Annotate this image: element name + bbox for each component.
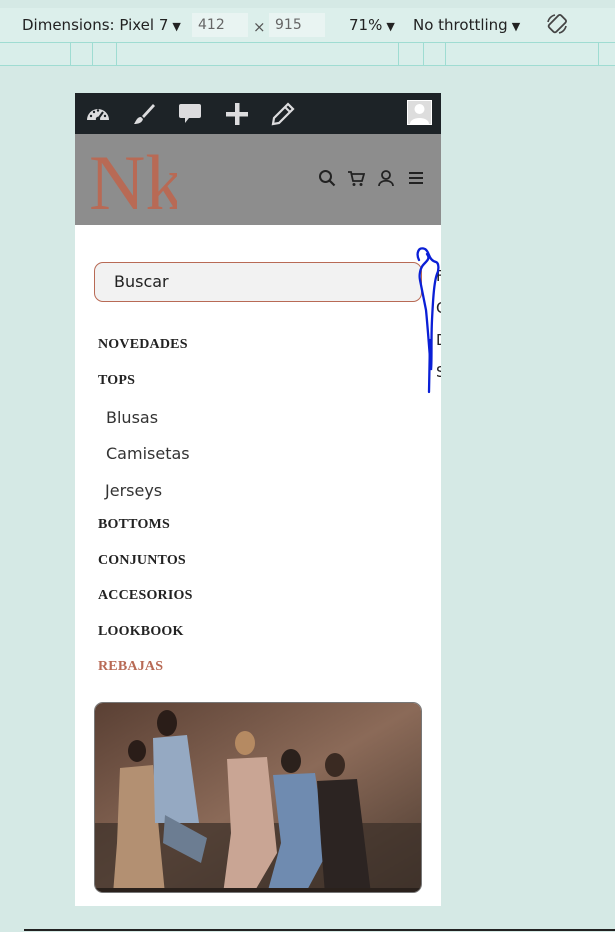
chevron-down-icon: ▼ [172,20,181,33]
comment-icon[interactable] [177,101,203,127]
menu-item-tops[interactable]: TOPS [98,373,135,389]
menu-item-rebajas[interactable]: REBAJAS [98,659,163,675]
logo-text: Nk [89,144,177,216]
chevron-down-icon: ▼ [386,20,395,33]
throttling-value: No throttling [413,16,508,34]
times-symbol: × [253,18,266,36]
menu-icon[interactable] [407,169,425,187]
menu-item-novedades[interactable]: NOVEDADES [98,337,188,353]
plus-icon[interactable] [224,101,250,127]
brush-icon[interactable] [131,101,157,127]
menu-item-bottoms[interactable]: BOTTOMS [98,517,170,533]
pencil-icon[interactable] [270,101,296,127]
search-icon[interactable] [318,169,336,187]
menu-item-accesorios[interactable]: ACCESORIOS [98,588,193,604]
wp-admin-bar [75,93,441,134]
zoom-value: 71% [349,16,383,34]
bottom-border [24,929,615,931]
chevron-down-icon: ▼ [511,20,521,33]
width-input[interactable]: 412 [192,13,248,37]
device-viewport: Nk Buscar NOVEDADES TOPS Blusas Camiseta… [75,93,441,906]
lookbook-photo[interactable] [94,702,422,893]
rotate-icon[interactable] [545,12,569,36]
zoom-select[interactable]: 71% ▼ [349,16,395,34]
devtools-device-toolbar: Dimensions: Pixel 7 ▼ 412 × 915 71% ▼ No t… [0,8,615,42]
menu-subitem-camisetas[interactable]: Camisetas [106,444,190,463]
site-logo[interactable]: Nk [89,144,177,216]
dashboard-icon[interactable] [85,101,111,127]
menu-subitem-jerseys[interactable]: Jerseys [105,481,162,500]
device-select[interactable]: Dimensions: Pixel 7 ▼ [22,16,181,34]
media-query-ruler [0,42,615,66]
menu-item-conjuntos[interactable]: CONJUNTOS [98,553,186,569]
device-label: Dimensions: Pixel 7 [22,16,169,34]
cart-icon[interactable] [347,169,365,187]
account-icon[interactable] [377,169,395,187]
user-avatar-icon[interactable] [407,100,432,125]
menu-subitem-blusas[interactable]: Blusas [106,408,158,427]
height-input[interactable]: 915 [269,13,325,37]
menu-item-lookbook[interactable]: LOOKBOOK [98,624,184,640]
throttling-select[interactable]: No throttling ▼ [413,16,520,34]
annotation-scribble [416,247,440,394]
search-input[interactable]: Buscar [94,262,422,302]
site-header: Nk [75,134,441,225]
